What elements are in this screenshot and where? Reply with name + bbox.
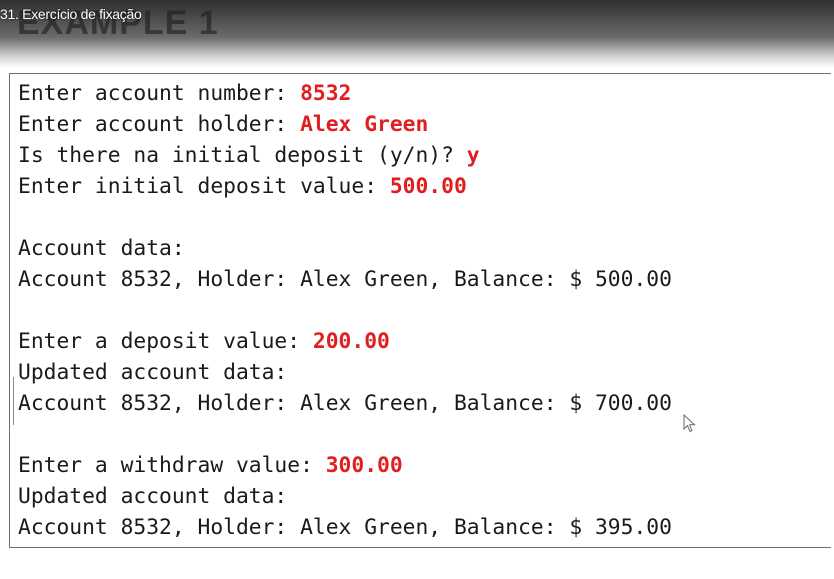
console-line-initial-deposit-question: Is there na initial deposit (y/n)? y xyxy=(18,140,672,171)
line-prompt: Enter a withdraw value: xyxy=(18,453,326,478)
line-prompt: Updated account data: xyxy=(18,484,288,509)
line-prompt: Is there na initial deposit (y/n)? xyxy=(18,143,467,168)
video-title-bar: EXAMPLE 1 31. Exercício de fixação xyxy=(0,0,834,68)
line-prompt: Account 8532, Holder: Alex Green, Balanc… xyxy=(18,515,672,540)
console-line-deposit-value: Enter a deposit value: 200.00 xyxy=(18,326,672,357)
console-line-account-data-label: Account data: xyxy=(18,233,672,264)
line-prompt: Enter account holder: xyxy=(18,112,301,137)
line-input-value: 300.00 xyxy=(325,453,403,478)
console-line-updated-data-label: Updated account data: xyxy=(18,357,672,388)
console-line-account-summary: Account 8532, Holder: Alex Green, Balanc… xyxy=(18,512,672,543)
line-input-value: Alex Green xyxy=(300,112,429,137)
console-line-initial-deposit-value: Enter initial deposit value: 500.00 xyxy=(18,171,672,202)
video-frame: EXAMPLE 1 31. Exercício de fixação Enter… xyxy=(0,0,834,579)
line-input-value: 8532 xyxy=(300,81,352,106)
console-line-withdraw-value: Enter a withdraw value: 300.00 xyxy=(18,450,672,481)
console-lines: Enter account number: 8532 Enter account… xyxy=(18,78,672,543)
box-edge-marker xyxy=(10,377,14,425)
line-prompt: Enter a deposit value: xyxy=(18,329,313,354)
console-line-account-summary: Account 8532, Holder: Alex Green, Balanc… xyxy=(18,388,672,419)
line-prompt: Enter account number: xyxy=(18,81,301,106)
console-output-box: Enter account number: 8532 Enter account… xyxy=(9,73,831,548)
line-prompt: Enter initial deposit value: xyxy=(18,174,390,199)
line-prompt: Account 8532, Holder: Alex Green, Balanc… xyxy=(18,391,672,416)
console-line-account-holder: Enter account holder: Alex Green xyxy=(18,109,672,140)
console-line-account-number: Enter account number: 8532 xyxy=(18,78,672,109)
line-input-value: y xyxy=(466,143,480,168)
console-line-account-summary: Account 8532, Holder: Alex Green, Balanc… xyxy=(18,264,672,295)
line-prompt: Updated account data: xyxy=(18,360,288,385)
line-input-value: 500.00 xyxy=(389,174,467,199)
video-title[interactable]: 31. Exercício de fixação xyxy=(0,6,142,22)
line-input-value: 200.00 xyxy=(312,329,390,354)
line-prompt: Account 8532, Holder: Alex Green, Balanc… xyxy=(18,267,672,292)
console-line-updated-data-label: Updated account data: xyxy=(18,481,672,512)
mouse-pointer-icon xyxy=(683,414,696,433)
line-prompt: Account data: xyxy=(18,236,185,261)
